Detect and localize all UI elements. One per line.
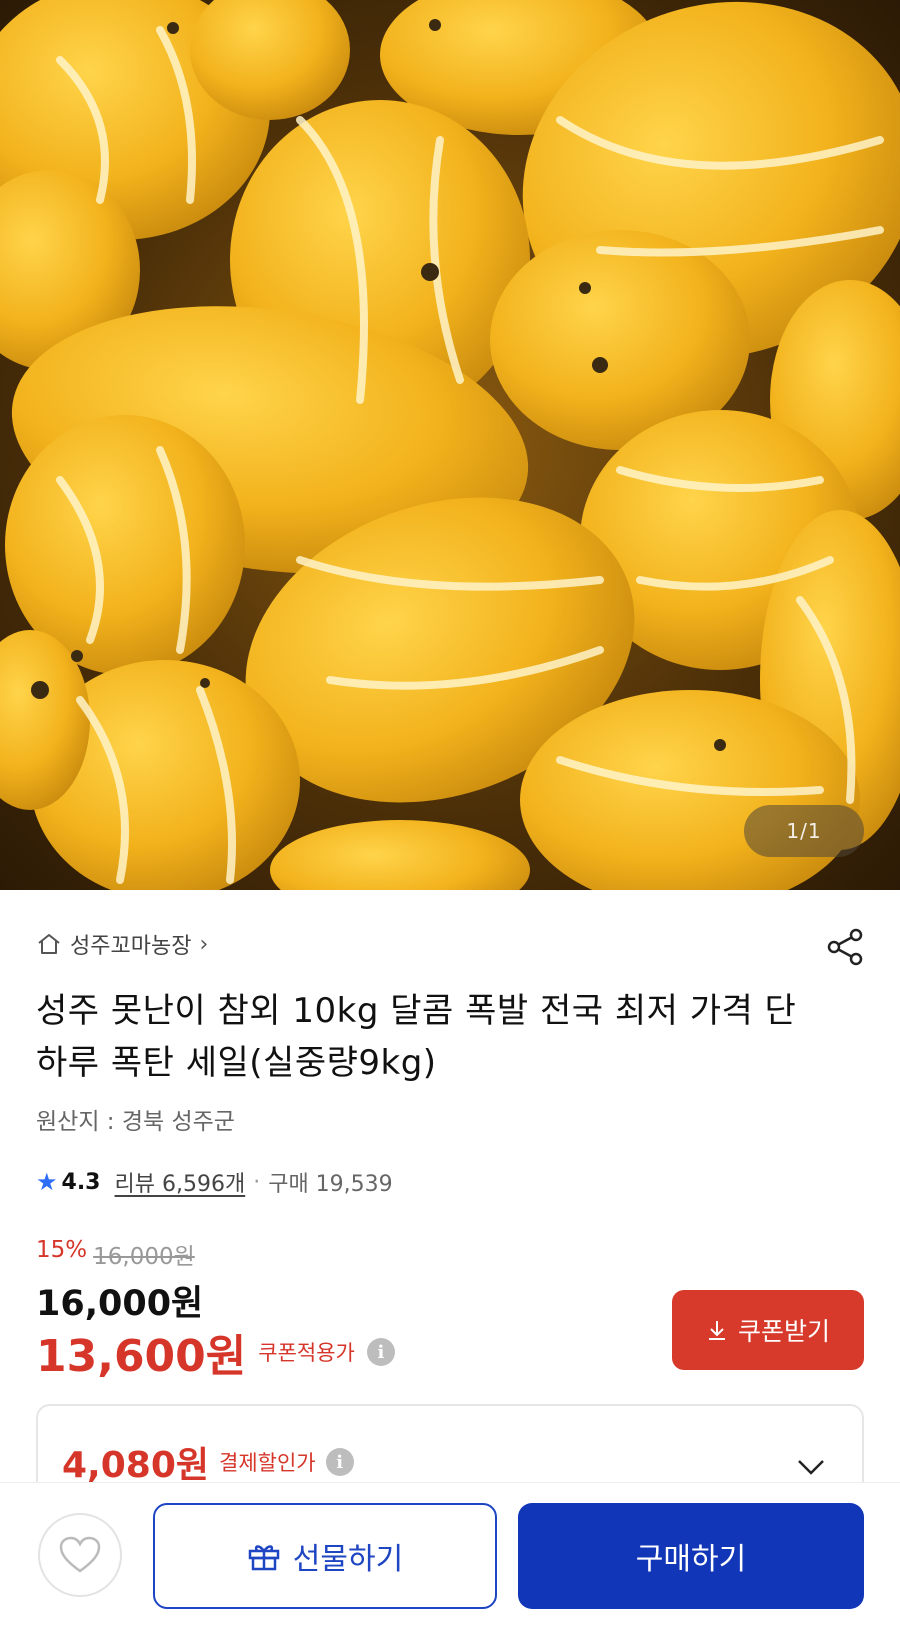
discount-line: 15% 16,000원	[36, 1237, 195, 1271]
original-price: 16,000원	[93, 1244, 195, 1270]
store-link[interactable]: 성주꼬마농장 ›	[36, 928, 208, 960]
share-icon[interactable]	[824, 926, 866, 968]
info-icon[interactable]: i	[325, 1448, 354, 1476]
image-pager: 1/1	[744, 805, 864, 857]
chevron-right-icon: ›	[199, 931, 209, 957]
star-icon: ★	[36, 1168, 58, 1196]
home-icon	[38, 934, 60, 954]
coupon-download-button[interactable]: 쿠폰받기	[672, 1290, 864, 1370]
discount-percent: 15%	[36, 1237, 88, 1263]
product-origin: 원산지 : 경북 성주군	[36, 1109, 235, 1135]
sale-price: 16,000원	[36, 1284, 204, 1324]
coupon-price: 13,600원	[36, 1331, 247, 1382]
product-title: 성주 못난이 참외 10kg 달콤 폭발 전국 최저 가격 단 하루 폭탄 세일…	[36, 991, 797, 1083]
separator-dot: ·	[253, 1169, 261, 1195]
product-image[interactable]: 1/1	[0, 0, 900, 890]
payment-discount-price: 4,080원	[62, 1445, 209, 1486]
melon-photo	[0, 0, 900, 890]
gift-icon	[248, 1545, 280, 1571]
wishlist-button[interactable]	[38, 1513, 122, 1597]
payment-discount-label: 결제할인가	[219, 1451, 316, 1475]
coupon-button-label: 쿠폰받기	[737, 1318, 830, 1346]
download-icon	[708, 1321, 725, 1340]
coupon-price-label: 쿠폰적용가	[258, 1341, 355, 1365]
info-icon[interactable]: i	[366, 1338, 395, 1366]
gift-button-label: 선물하기	[292, 1543, 404, 1576]
rating-score: 4.3	[61, 1169, 101, 1195]
bottom-action-bar: 선물하기 구매하기	[0, 1482, 900, 1625]
buy-button[interactable]: 구매하기	[518, 1503, 864, 1609]
store-name: 성주꼬마농장	[70, 934, 192, 959]
purchase-count: 구매 19,539	[268, 1172, 393, 1197]
rating-row: ★ 4.3 리뷰 6,596개 · 구매 19,539	[36, 1166, 393, 1198]
coupon-price-row: 13,600원 쿠폰적용가 i	[36, 1320, 395, 1384]
buy-button-label: 구매하기	[635, 1543, 747, 1576]
chevron-down-icon[interactable]	[796, 1458, 826, 1476]
gift-button[interactable]: 선물하기	[153, 1503, 497, 1609]
heart-icon	[59, 1536, 101, 1573]
review-link[interactable]: 리뷰 6,596개	[115, 1166, 246, 1198]
